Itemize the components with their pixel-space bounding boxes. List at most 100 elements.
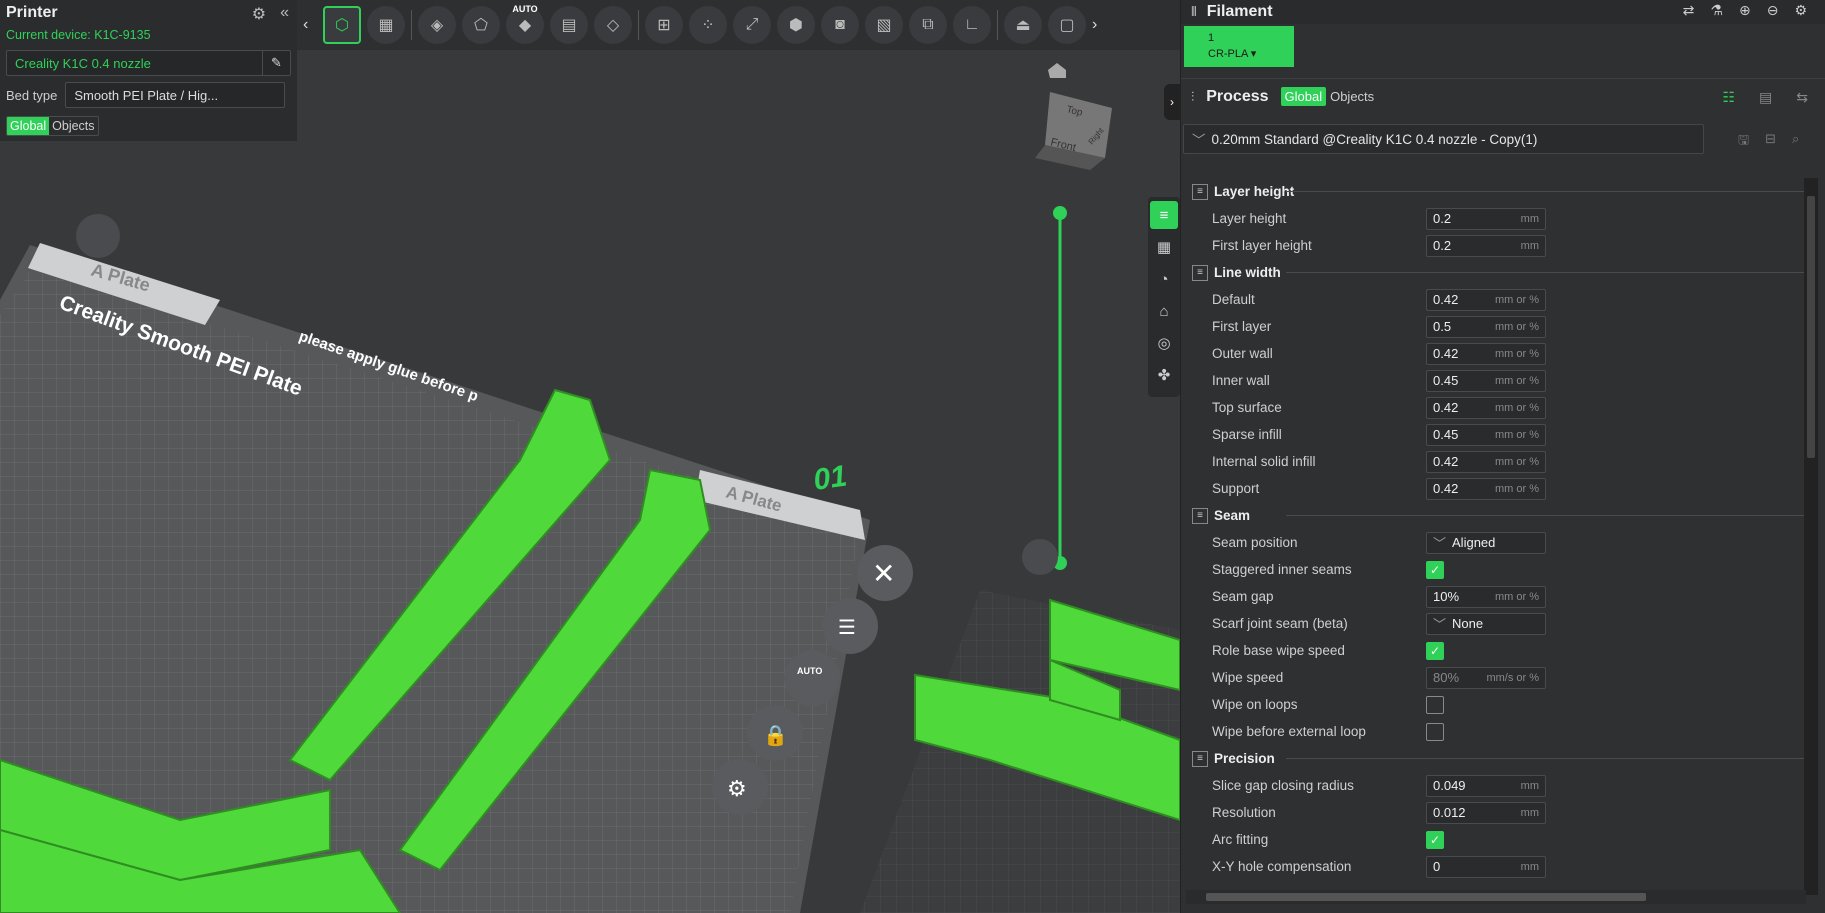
assembly-button[interactable]: ⏏: [1004, 6, 1042, 44]
setting-x-y-hole-compensation: X-Y hole compensation 0 mm: [1186, 853, 1808, 880]
add-plate-button[interactable]: ▦: [367, 6, 405, 44]
printer-panel: Printer ⚙ « Current device: K1C-9135 Cre…: [0, 0, 297, 141]
setting-input[interactable]: 0.45 mm or %: [1426, 369, 1546, 392]
vertical-scrollbar[interactable]: [1804, 178, 1818, 895]
setting-internal-solid-infill: Internal solid infill 0.42 mm or %: [1186, 448, 1808, 475]
filament-slot-1[interactable]: 1 CR-PLA ▾: [1184, 26, 1294, 67]
flush-icon[interactable]: ⚗: [1710, 2, 1723, 19]
setting-input[interactable]: 0.42 mm or %: [1426, 396, 1546, 419]
setting-input[interactable]: 0.012 mm: [1426, 801, 1546, 824]
orient-button[interactable]: ◈: [418, 6, 456, 44]
gear-icon[interactable]: ⚙: [1794, 2, 1807, 19]
setting-input[interactable]: 0.42 mm or %: [1426, 342, 1546, 365]
support-paint-button[interactable]: ▧: [865, 6, 903, 44]
view-cube[interactable]: Top Front Right: [1035, 92, 1112, 170]
vertical-scrollbar-thumb[interactable]: [1807, 196, 1815, 458]
arrange-button[interactable]: ⬠: [462, 6, 500, 44]
setting-dropdown[interactable]: ﹀ None: [1426, 612, 1546, 635]
speed-tab[interactable]: ◔: [1150, 265, 1178, 293]
setting-checkbox[interactable]: ✓: [1426, 641, 1444, 660]
setting-default: Default 0.42 mm or %: [1186, 286, 1808, 313]
add-icon[interactable]: ⊕: [1739, 2, 1751, 19]
more-button[interactable]: ▢: [1048, 6, 1086, 44]
setting-label: Role base wipe speed: [1212, 643, 1345, 658]
list-view-icon[interactable]: ☷: [1722, 89, 1735, 106]
setting-input[interactable]: 0.2 mm: [1426, 234, 1546, 257]
process-objects-tab[interactable]: Objects: [1326, 87, 1378, 106]
support-tab[interactable]: ⌂: [1150, 297, 1178, 325]
erase-button[interactable]: ◇: [594, 6, 632, 44]
setting-input[interactable]: 0.42 mm or %: [1426, 477, 1546, 500]
home-icon[interactable]: [1048, 63, 1066, 78]
group-title: Seam: [1214, 508, 1251, 523]
remove-icon[interactable]: ⊖: [1767, 2, 1779, 19]
setting-seam-gap: Seam gap 10% mm or %: [1186, 583, 1808, 610]
others-tab[interactable]: ◎: [1150, 329, 1178, 357]
unit-label: mm or %: [1495, 482, 1539, 495]
setting-resolution: Resolution 0.012 mm: [1186, 799, 1808, 826]
setting-input[interactable]: 0.2 mm: [1426, 207, 1546, 230]
collapse-icon[interactable]: «: [280, 4, 289, 24]
edit-plate-name-icon[interactable]: [76, 214, 120, 258]
setting-support: Support 0.42 mm or %: [1186, 475, 1808, 502]
arrange-icon: ⬠: [474, 17, 488, 34]
auto-orient-button[interactable]: [784, 650, 840, 706]
measure-button[interactable]: ∟: [953, 6, 991, 44]
setting-input[interactable]: 0.5 mm or %: [1426, 315, 1546, 338]
lay-on-face-button[interactable]: ⬢: [777, 6, 815, 44]
split-button[interactable]: ▤: [550, 6, 588, 44]
setting-checkbox[interactable]: [1426, 695, 1444, 714]
search-icon[interactable]: ⌕: [1792, 131, 1799, 153]
horizontal-scrollbar[interactable]: [1186, 890, 1806, 904]
speedometer-icon: ◔: [1159, 270, 1169, 288]
sync-icon[interactable]: ⇄: [1683, 2, 1695, 19]
setting-input[interactable]: 0 mm: [1426, 855, 1546, 878]
process-scope-toggle: Global Objects: [1280, 87, 1379, 106]
setting-input[interactable]: 0.049 mm: [1426, 774, 1546, 797]
process-preset-select[interactable]: ﹀ 0.20mm Standard @Creality K1C 0.4 nozz…: [1183, 124, 1704, 154]
layer-slider-top-handle[interactable]: [1053, 206, 1067, 220]
bed-type-select[interactable]: Smooth PEI Plate / Hig...: [65, 82, 286, 108]
setting-dropdown[interactable]: ﹀ Aligned: [1426, 531, 1546, 554]
setting-label: Wipe before external loop: [1212, 724, 1366, 739]
multimaterial-tab[interactable]: ✤: [1150, 361, 1178, 389]
add-object-button[interactable]: ⬡: [323, 6, 361, 44]
save-icon[interactable]: 🖫: [1738, 131, 1749, 153]
setting-input[interactable]: 0.42 mm or %: [1426, 450, 1546, 473]
setting-input[interactable]: 0.45 mm or %: [1426, 423, 1546, 446]
setting-checkbox[interactable]: [1426, 722, 1444, 741]
setting-label: Wipe speed: [1212, 670, 1284, 685]
setting-input[interactable]: 80% mm/s or %: [1426, 666, 1546, 689]
printer-objects-tab[interactable]: Objects: [49, 117, 97, 135]
scale-button[interactable]: ⤢: [733, 6, 771, 44]
toolbar-scroll-right[interactable]: ›: [1092, 16, 1106, 34]
printer-preset-select[interactable]: Creality K1C 0.4 nozzle ✎: [6, 50, 291, 76]
collapse-sidebar-button[interactable]: ›: [1164, 84, 1180, 120]
strength-tab[interactable]: ▦: [1150, 233, 1178, 261]
edit-icon[interactable]: ✎: [262, 51, 290, 75]
setting-input[interactable]: 10% mm or %: [1426, 585, 1546, 608]
grid-icon: ▦: [378, 17, 394, 34]
move-button[interactable]: ⊞: [645, 6, 683, 44]
setting-label: Seam gap: [1212, 589, 1274, 604]
auto-arrange-button[interactable]: AUTO ◆: [506, 4, 544, 44]
3d-viewport[interactable]: A Plate Creality Smooth PEI Plate please…: [0, 0, 1180, 913]
advanced-icon[interactable]: ⇆: [1796, 89, 1808, 106]
compare-icon[interactable]: ▤: [1759, 89, 1772, 106]
delete-icon[interactable]: ⊟: [1765, 131, 1776, 153]
cut-button[interactable]: ◙: [821, 6, 859, 44]
setting-label: Seam position: [1212, 535, 1298, 550]
rotate-button[interactable]: ⁘: [689, 6, 727, 44]
seam-paint-button[interactable]: ⧉: [909, 6, 947, 44]
printer-global-tab[interactable]: Global: [7, 117, 50, 135]
settings-tab-strip: ≡ ▦ ◔ ⌂ ◎ ✤: [1148, 197, 1180, 397]
setting-checkbox[interactable]: ✓: [1426, 560, 1444, 579]
toolbar-scroll-left[interactable]: ‹: [303, 16, 317, 34]
quality-tab[interactable]: ≡: [1150, 201, 1178, 229]
process-global-tab[interactable]: Global: [1280, 87, 1327, 106]
setting-input[interactable]: 0.42 mm or %: [1426, 288, 1546, 311]
gear-icon[interactable]: ⚙: [252, 4, 266, 24]
setting-checkbox[interactable]: ✓: [1426, 830, 1444, 849]
edit-layer-icon[interactable]: [1022, 539, 1058, 575]
horizontal-scrollbar-thumb[interactable]: [1206, 893, 1646, 901]
